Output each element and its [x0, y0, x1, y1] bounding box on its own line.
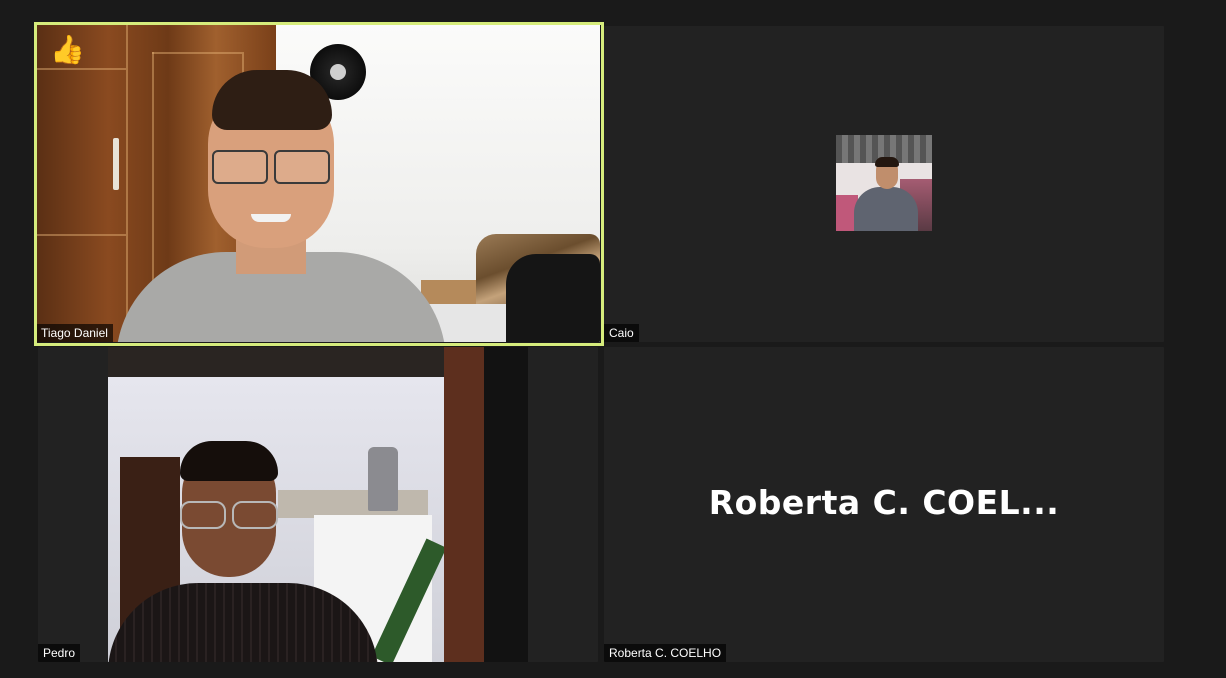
video-tile-roberta-c-coelho[interactable]: Roberta C. COEL... Roberta C. COELHO	[604, 347, 1164, 662]
participant-name-label: Pedro	[38, 644, 81, 662]
participant-name-label: Tiago Daniel	[36, 324, 113, 342]
participant-video	[36, 24, 600, 342]
video-tile-tiago-daniel[interactable]: 👍 Tiago Daniel	[36, 24, 600, 342]
participant-name-placeholder: Roberta C. COEL...	[708, 483, 1060, 522]
participant-name-label: Caio	[604, 324, 639, 342]
participant-video	[108, 347, 528, 662]
participant-name-label: Roberta C. COELHO	[604, 644, 727, 662]
profile-picture	[836, 135, 932, 231]
glasses	[212, 150, 330, 184]
video-tile-pedro[interactable]: Pedro	[38, 347, 598, 662]
thumbs-up-reaction-icon: 👍	[50, 34, 85, 65]
glasses	[180, 501, 278, 529]
video-tile-caio[interactable]: Caio	[604, 26, 1164, 342]
